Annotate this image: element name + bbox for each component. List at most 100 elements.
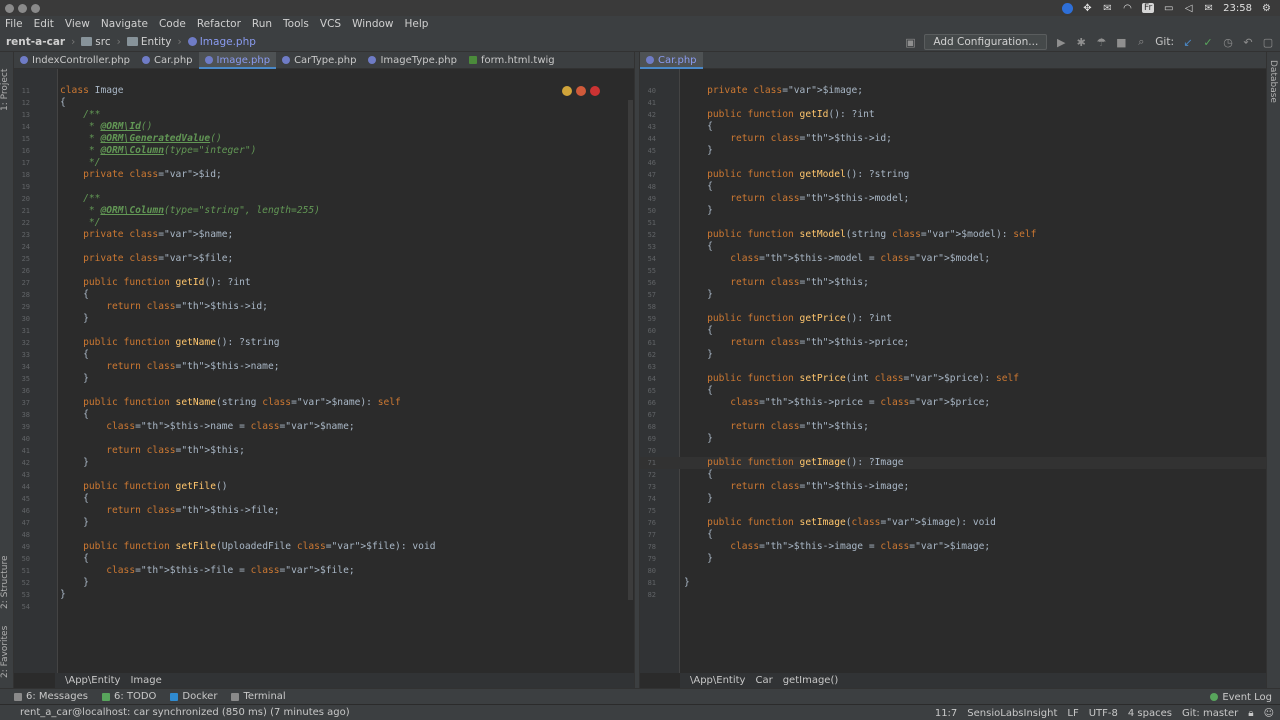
method-crumb[interactable]: getImage() xyxy=(783,675,839,686)
code-text[interactable]: { xyxy=(684,181,713,193)
close-window-icon[interactable] xyxy=(5,3,14,13)
tab-form-html-twig[interactable]: form.html.twig xyxy=(463,52,561,68)
database-tool-tab[interactable]: Database xyxy=(1268,60,1278,103)
code-text[interactable]: /** xyxy=(60,109,100,121)
opera-preview-icon[interactable] xyxy=(590,86,600,96)
code-line[interactable]: 43 { xyxy=(640,121,1266,133)
code-line[interactable]: 81} xyxy=(640,577,1266,589)
code-line[interactable]: 47 } xyxy=(14,517,634,529)
code-line[interactable]: 49 return class="th">$this->model; xyxy=(640,193,1266,205)
code-line[interactable]: 39 class="th">$this->name = class="var">… xyxy=(14,421,634,433)
code-line[interactable]: 18 private class="var">$id; xyxy=(14,169,634,181)
code-line[interactable]: 45 } xyxy=(640,145,1266,157)
code-line[interactable]: 57 } xyxy=(640,289,1266,301)
tab-car-php[interactable]: Car.php xyxy=(136,52,199,68)
maximize-icon[interactable]: ▢ xyxy=(1262,36,1274,49)
code-text[interactable]: public function setName(string class="va… xyxy=(60,397,401,409)
code-line[interactable]: 17 */ xyxy=(14,157,634,169)
menu-navigate[interactable]: Navigate xyxy=(101,18,148,30)
code-text[interactable]: private class="var">$file; xyxy=(60,253,233,265)
code-line[interactable]: 45 { xyxy=(14,493,634,505)
menu-file[interactable]: File xyxy=(5,18,23,30)
code-text[interactable]: class="th">$this->price = class="var">$p… xyxy=(684,397,990,409)
code-text[interactable]: * @ORM\Column(type="integer") xyxy=(60,145,257,157)
code-line[interactable]: 41 xyxy=(640,97,1266,109)
todo-tool-button[interactable]: 6: TODO xyxy=(101,691,156,702)
code-text[interactable]: * @ORM\Column(type="string", length=255) xyxy=(60,205,320,217)
breadcrumb-src[interactable]: src › xyxy=(81,36,121,48)
breadcrumb-file[interactable]: Image.php xyxy=(187,36,256,48)
code-text[interactable]: * @ORM\GeneratedValue() xyxy=(60,133,222,145)
class-crumb[interactable]: Image xyxy=(130,675,161,686)
code-line[interactable]: 44 public function getFile() xyxy=(14,481,634,493)
code-text[interactable]: { xyxy=(60,97,66,109)
battery-icon[interactable]: ▭ xyxy=(1163,3,1174,14)
code-line[interactable]: 63 xyxy=(640,361,1266,373)
add-configuration-button[interactable]: Add Configuration... xyxy=(924,34,1048,50)
window-controls[interactable] xyxy=(5,3,40,13)
code-line[interactable]: 52 public function setModel(string class… xyxy=(640,229,1266,241)
code-text[interactable]: { xyxy=(60,553,89,565)
minimize-window-icon[interactable] xyxy=(18,3,27,13)
code-line[interactable]: 72 { xyxy=(640,469,1266,481)
code-line[interactable]: 44 return class="th">$this->id; xyxy=(640,133,1266,145)
code-text[interactable]: return class="th">$this->model; xyxy=(684,193,909,205)
code-text[interactable]: public function setImage(class="var">$im… xyxy=(684,517,996,529)
code-text[interactable]: { xyxy=(684,529,713,541)
code-line[interactable]: 80 xyxy=(640,565,1266,577)
git-revert-icon[interactable]: ↶ xyxy=(1242,36,1254,49)
code-line[interactable]: 60 { xyxy=(640,325,1266,337)
breadcrumb-entity[interactable]: Entity › xyxy=(126,36,182,48)
code-line[interactable]: 49 public function setFile(UploadedFile … xyxy=(14,541,634,553)
code-line[interactable]: 78 class="th">$this->image = class="var"… xyxy=(640,541,1266,553)
menu-refactor[interactable]: Refactor xyxy=(197,18,241,30)
code-line[interactable]: 31 xyxy=(14,325,634,337)
encoding-widget[interactable]: UTF-8 xyxy=(1089,708,1118,719)
coverage-icon[interactable]: ☂ xyxy=(1095,36,1107,49)
breadcrumb-project[interactable]: rent-a-car › xyxy=(6,36,75,48)
code-text[interactable]: } xyxy=(684,493,713,505)
code-text[interactable]: */ xyxy=(60,217,101,229)
firefox-preview-icon[interactable] xyxy=(576,86,586,96)
tab-indexcontroller-php[interactable]: IndexController.php xyxy=(14,52,136,68)
code-text[interactable]: } xyxy=(60,373,89,385)
wifi-icon[interactable]: ◠ xyxy=(1122,3,1133,14)
code-line[interactable]: 41 return class="th">$this; xyxy=(14,445,634,457)
code-line[interactable]: 73 return class="th">$this->image; xyxy=(640,481,1266,493)
code-line[interactable]: 40 xyxy=(14,433,634,445)
power-icon[interactable]: ⚙ xyxy=(1261,3,1272,14)
tab-image-php[interactable]: Image.php xyxy=(198,52,277,69)
code-text[interactable]: private class="var">$name; xyxy=(60,229,233,241)
code-text[interactable]: } xyxy=(684,145,713,157)
code-line[interactable]: 52 } xyxy=(14,577,634,589)
event-log-button[interactable]: Event Log xyxy=(1210,689,1272,705)
code-text[interactable]: * @ORM\Id() xyxy=(60,121,153,133)
code-text[interactable]: public function getId(): ?int xyxy=(684,109,875,121)
code-text[interactable]: class="th">$this->model = class="var">$m… xyxy=(684,253,990,265)
code-text[interactable]: { xyxy=(684,469,713,481)
code-line[interactable]: 64 public function setPrice(int class="v… xyxy=(640,373,1266,385)
menu-edit[interactable]: Edit xyxy=(34,18,54,30)
code-line[interactable]: 54 class="th">$this->model = class="var"… xyxy=(640,253,1266,265)
code-text[interactable]: { xyxy=(684,121,713,133)
git-update-icon[interactable]: ↙ xyxy=(1182,36,1194,49)
code-line[interactable]: 75 xyxy=(640,505,1266,517)
code-text[interactable]: return class="th">$this; xyxy=(60,445,245,457)
code-text[interactable]: public function getId(): ?int xyxy=(60,277,251,289)
code-text[interactable]: } xyxy=(684,433,713,445)
system-clock[interactable]: 23:58 xyxy=(1223,3,1252,14)
code-text[interactable]: private class="var">$image; xyxy=(684,85,863,97)
line-separator-widget[interactable]: LF xyxy=(1067,708,1078,719)
stop-icon[interactable]: ■ xyxy=(1115,36,1127,49)
code-line[interactable]: 67 xyxy=(640,409,1266,421)
structure-tool-tab[interactable]: 2: Structure xyxy=(0,552,14,612)
code-line[interactable]: 53} xyxy=(14,589,634,601)
code-text[interactable]: } xyxy=(60,517,89,529)
code-line[interactable]: 50 { xyxy=(14,553,634,565)
code-text[interactable]: public function getFile() xyxy=(60,481,227,493)
code-text[interactable]: } xyxy=(60,589,66,601)
namespace-crumb[interactable]: \App\Entity xyxy=(690,675,745,686)
inspection-icon[interactable]: ☺︎ xyxy=(1264,708,1274,719)
code-text[interactable]: return class="th">$this; xyxy=(684,277,869,289)
code-line[interactable]: 74 } xyxy=(640,493,1266,505)
